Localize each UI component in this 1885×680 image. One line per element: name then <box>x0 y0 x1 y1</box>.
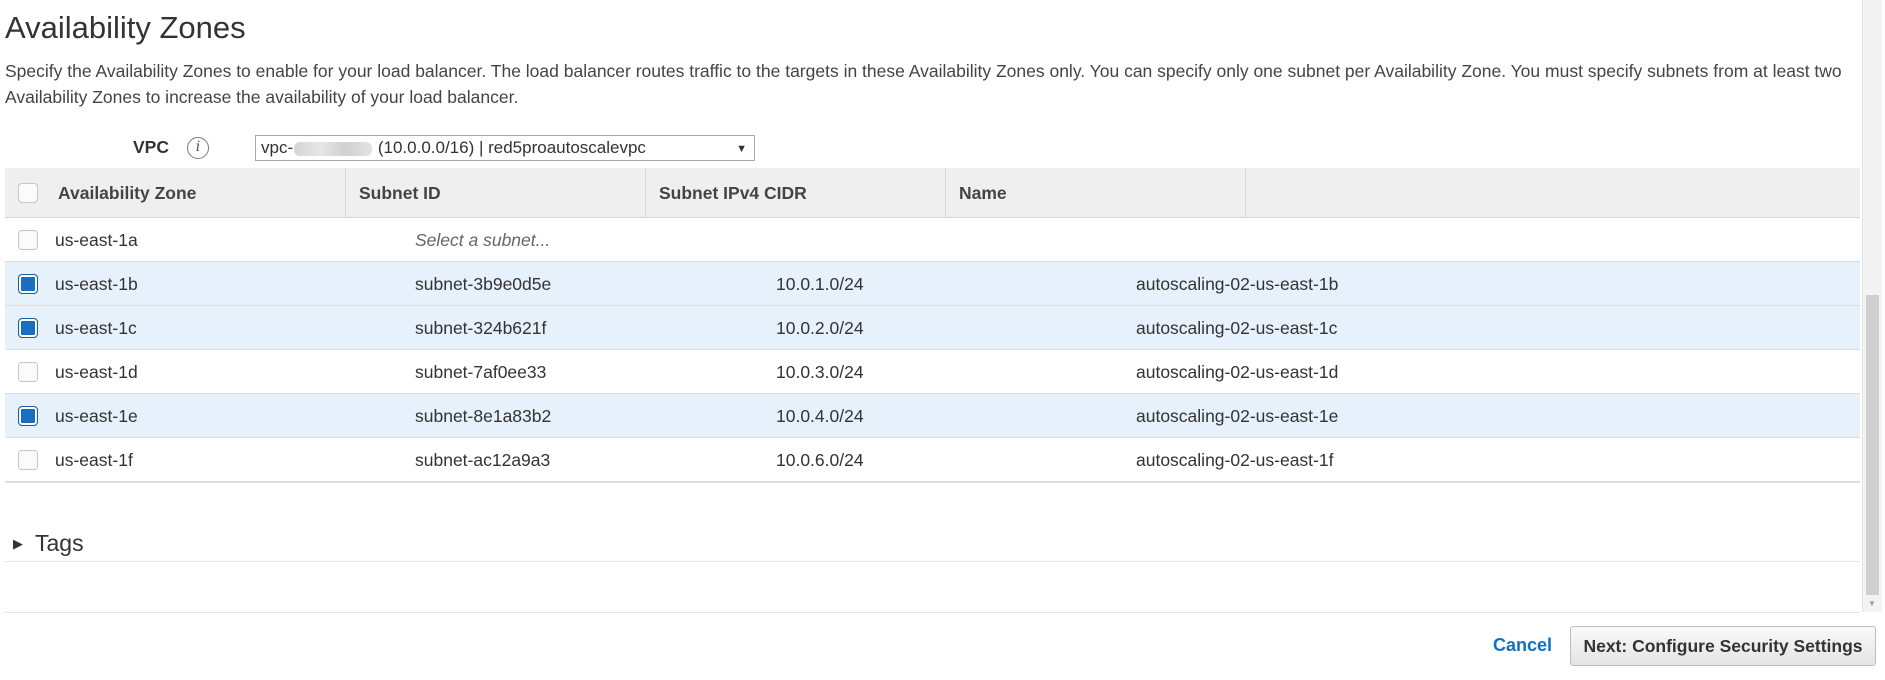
scrollbar-thumb[interactable] <box>1866 295 1879 595</box>
load-balancer-wizard-page: Availability Zones Specify the Availabil… <box>0 0 1885 680</box>
column-header-empty <box>1245 168 1860 218</box>
cell-subnet-id: subnet-8e1a83b2 <box>415 406 552 426</box>
vpc-id-redacted <box>294 141 373 156</box>
footer-divider <box>5 612 1860 613</box>
row-checkbox[interactable] <box>18 230 38 255</box>
subnet-select-placeholder[interactable]: Select a subnet... <box>415 218 550 262</box>
chevron-down-icon: ▼ <box>736 143 747 155</box>
cell-subnet-cidr: 10.0.4.0/24 <box>776 406 864 426</box>
section-description: Specify the Availability Zones to enable… <box>5 61 1842 107</box>
column-header-availability-zone[interactable]: Availability Zone <box>45 168 345 218</box>
table-header: Availability Zone Subnet ID Subnet IPv4 … <box>5 168 1860 218</box>
cell-subnet-cidr: 10.0.3.0/24 <box>776 362 864 382</box>
cell-name: autoscaling-02-us-east-1c <box>1136 318 1338 338</box>
vpc-select-value: (10.0.0.0/16) | red5proautoscalevpc <box>373 138 646 157</box>
availability-zone-table: Availability Zone Subnet ID Subnet IPv4 … <box>5 168 1860 483</box>
cell-availability-zone: us-east-1c <box>55 318 137 338</box>
row-checkbox[interactable] <box>18 318 38 343</box>
cell-availability-zone: us-east-1e <box>55 406 138 426</box>
table-row[interactable]: us-east-1b subnet-3b9e0d5e 10.0.1.0/24 a… <box>5 262 1860 306</box>
tags-title: Tags <box>35 530 84 556</box>
cell-subnet-id: subnet-3b9e0d5e <box>415 274 552 294</box>
cell-subnet-id: subnet-7af0ee33 <box>415 362 547 382</box>
column-header-name[interactable]: Name <box>945 168 1245 218</box>
cell-name: autoscaling-02-us-east-1e <box>1136 406 1339 426</box>
column-header-subnet-id[interactable]: Subnet ID <box>345 168 645 218</box>
section-title: Availability Zones <box>5 10 246 45</box>
vpc-label: VPC <box>133 137 169 157</box>
vpc-select[interactable]: vpc- (10.0.0.0/16) | red5proautoscalevpc… <box>255 135 755 161</box>
table-row[interactable]: us-east-1c subnet-324b621f 10.0.2.0/24 a… <box>5 306 1860 350</box>
vpc-row: VPC i vpc- (10.0.0.0/16) | red5proautosc… <box>0 132 800 164</box>
vertical-scrollbar[interactable]: ▼ <box>1862 0 1882 612</box>
row-checkbox[interactable] <box>18 274 38 299</box>
cell-name: autoscaling-02-us-east-1d <box>1136 362 1339 382</box>
cell-availability-zone: us-east-1f <box>55 450 133 470</box>
caret-right-icon: ▶ <box>13 536 23 551</box>
cell-subnet-cidr: 10.0.6.0/24 <box>776 450 864 470</box>
info-icon[interactable]: i <box>187 137 209 159</box>
vpc-select-prefix: vpc- <box>261 138 294 157</box>
next-configure-security-settings-button[interactable]: Next: Configure Security Settings <box>1570 626 1876 666</box>
table-row[interactable]: us-east-1d subnet-7af0ee33 10.0.3.0/24 a… <box>5 350 1860 394</box>
row-checkbox[interactable] <box>18 450 38 475</box>
table-row[interactable]: us-east-1e subnet-8e1a83b2 10.0.4.0/24 a… <box>5 394 1860 438</box>
table-row[interactable]: us-east-1a Select a subnet... <box>5 218 1860 262</box>
cell-availability-zone: us-east-1b <box>55 274 138 294</box>
cell-availability-zone: us-east-1d <box>55 362 138 382</box>
scroll-down-arrow-icon[interactable]: ▼ <box>1868 599 1876 608</box>
cell-availability-zone: us-east-1a <box>55 230 138 250</box>
select-all-checkbox[interactable] <box>18 183 38 208</box>
cell-subnet-cidr: 10.0.2.0/24 <box>776 318 864 338</box>
cell-subnet-id: subnet-ac12a9a3 <box>415 450 551 470</box>
column-header-subnet-cidr[interactable]: Subnet IPv4 CIDR <box>645 168 945 218</box>
row-checkbox[interactable] <box>18 362 38 387</box>
cell-name: autoscaling-02-us-east-1b <box>1136 274 1339 294</box>
tags-section-toggle[interactable]: ▶ Tags <box>5 530 1860 562</box>
cancel-button[interactable]: Cancel <box>1493 635 1552 656</box>
cell-name: autoscaling-02-us-east-1f <box>1136 450 1334 470</box>
cell-subnet-cidr: 10.0.1.0/24 <box>776 274 864 294</box>
row-checkbox[interactable] <box>18 406 38 431</box>
cell-subnet-id: subnet-324b621f <box>415 318 547 338</box>
table-row[interactable]: us-east-1f subnet-ac12a9a3 10.0.6.0/24 a… <box>5 438 1860 482</box>
